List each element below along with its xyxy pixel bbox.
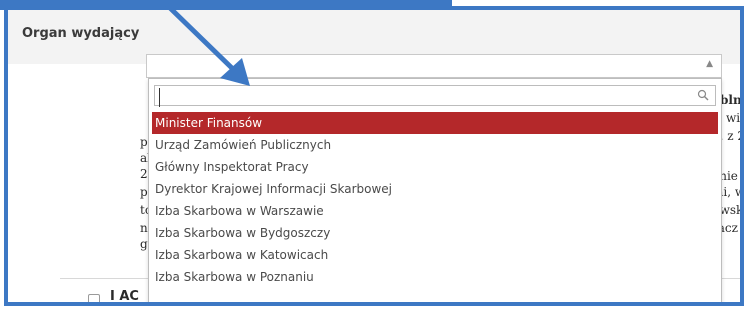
dropdown-options-list: Minister Finansów Urząd Zamówień Publicz… xyxy=(152,112,718,288)
doc-text-right-2: wi xyxy=(726,111,741,125)
issuing-authority-select[interactable]: ▲ xyxy=(146,54,722,78)
issuing-authority-dropdown: Minister Finansów Urząd Zamówień Publicz… xyxy=(148,78,722,302)
dropdown-option-gip[interactable]: Główny Inspektorat Pracy xyxy=(152,156,718,178)
dropdown-option-is-warszawa[interactable]: Izba Skarbowa w Warszawie xyxy=(152,200,718,222)
dropdown-option-is-katowice[interactable]: Izba Skarbowa w Katowicach xyxy=(152,244,718,266)
search-icon xyxy=(697,89,709,101)
doc-text-right-1: bln xyxy=(720,93,742,107)
dropdown-option-minister-finansow[interactable]: Minister Finansów xyxy=(152,112,718,134)
result-row-title[interactable]: I AC xyxy=(110,289,139,302)
dropdown-search-input[interactable] xyxy=(159,87,694,107)
dropdown-search-box xyxy=(154,85,716,107)
dropdown-option-is-poznan[interactable]: Izba Skarbowa w Poznaniu xyxy=(152,266,718,288)
dropdown-option-dkis[interactable]: Dyrektor Krajowej Informacji Skarbowej xyxy=(152,178,718,200)
dropdown-option-uzp[interactable]: Urząd Zamówień Publicznych xyxy=(152,134,718,156)
row-checkbox[interactable] xyxy=(88,294,100,302)
chevron-up-icon: ▲ xyxy=(706,59,713,69)
filter-panel: Organ wydający po akt 2. V po: to : nas … xyxy=(4,6,744,306)
dropdown-option-is-bydgoszcz[interactable]: Izba Skarbowa w Bydgoszczy xyxy=(152,222,718,244)
issuing-authority-label: Organ wydający xyxy=(22,26,140,41)
